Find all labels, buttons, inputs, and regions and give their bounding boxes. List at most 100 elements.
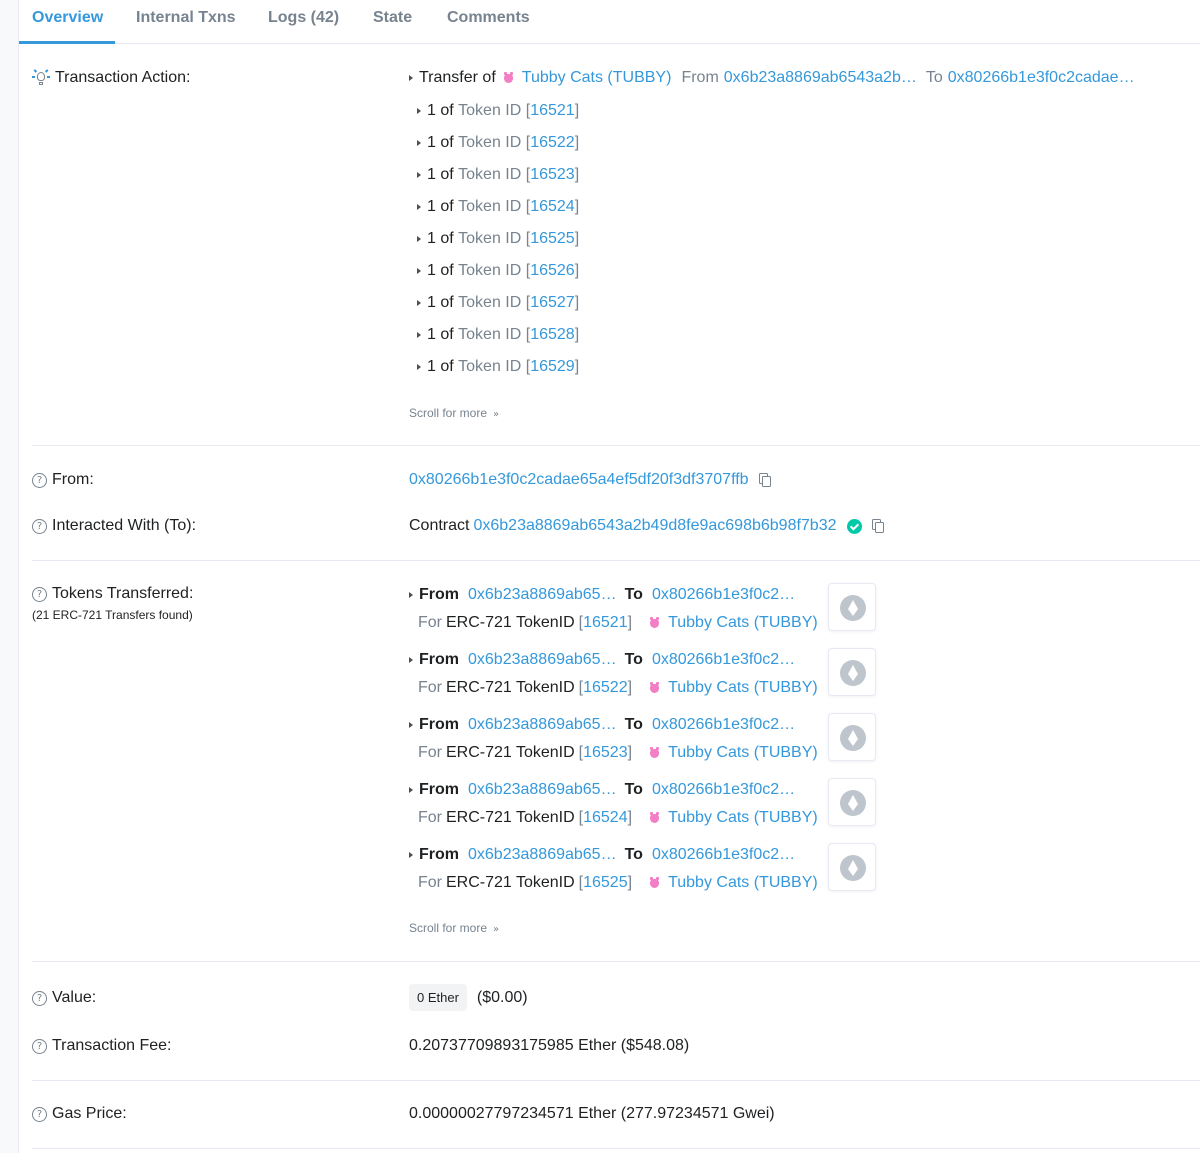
caret-right-icon[interactable]	[417, 204, 421, 210]
active-tab-indicator	[19, 41, 115, 44]
token-id-link[interactable]: 16529	[530, 358, 575, 376]
token-of: of	[440, 102, 454, 119]
transfer-token-name-link[interactable]: Tubby Cats (TUBBY)	[668, 744, 818, 762]
token-id-link[interactable]: 16528	[530, 326, 575, 344]
token-of: of	[440, 166, 454, 183]
help-icon[interactable]: ?	[32, 472, 47, 488]
token-id-link[interactable]: 16521	[530, 102, 575, 120]
transfer-token-row: For ERC-721 TokenID[16524] Tubby Cats (TUB…	[418, 809, 818, 827]
token-thumbnail[interactable]	[828, 843, 876, 891]
transfer-from-word: From	[419, 716, 459, 733]
help-icon[interactable]: ?	[32, 518, 47, 534]
token-name-link[interactable]: Tubby Cats (TUBBY)	[522, 69, 672, 87]
transfer-row: From 0x6b23a8869ab65… To 0x80266b1e3f0c2…	[409, 846, 795, 864]
transfer-from-address-link[interactable]: 0x6b23a8869ab65…	[468, 781, 617, 799]
value-label: ? Value:	[32, 989, 96, 1007]
caret-right-icon[interactable]	[409, 722, 413, 728]
from-address-link[interactable]: 0x80266b1e3f0c2cadae65a4ef5df20f3df3707f…	[409, 471, 749, 489]
caret-right-icon[interactable]	[417, 108, 421, 114]
transfer-from-address-link[interactable]: 0x6b23a8869ab65…	[468, 651, 617, 669]
transfer-token-row: For ERC-721 TokenID[16521] Tubby Cats (TUB…	[418, 614, 818, 632]
copy-icon[interactable]	[758, 473, 771, 487]
caret-right-icon[interactable]	[417, 140, 421, 146]
token-thumbnail[interactable]	[828, 778, 876, 826]
token-id-link[interactable]: 16526	[530, 262, 575, 280]
help-icon[interactable]: ?	[32, 1106, 47, 1122]
transfer-type: ERC-721 TokenID	[446, 744, 575, 761]
caret-right-icon[interactable]	[409, 852, 413, 858]
transfer-token-id-link[interactable]: 16521	[583, 614, 628, 632]
gas-price-label: ? Gas Price:	[32, 1105, 127, 1123]
contract-address-link[interactable]: 0x6b23a8869ab6543a2b49d8fe9ac698b6b98f7b…	[473, 517, 836, 535]
transfer-summary-row: Transfer of Tubby Cats (TUBBY) From 0x6b…	[409, 69, 1135, 87]
transfer-token-name-link[interactable]: Tubby Cats (TUBBY)	[668, 614, 818, 632]
transfer-of-text: Transfer of	[419, 69, 496, 86]
caret-right-icon[interactable]	[409, 75, 413, 81]
transfer-to-address-link[interactable]: 0x80266b1e3f0c2…	[652, 716, 795, 734]
token-qty: 1	[427, 166, 436, 183]
action-scroll-more[interactable]: Scroll for more »	[409, 406, 499, 420]
help-icon[interactable]: ?	[32, 1038, 47, 1054]
usd-value: ($0.00)	[476, 988, 528, 1006]
transfer-from-address-link[interactable]: 0x6b23a8869ab65…	[468, 586, 617, 604]
tubby-cats-icon	[650, 811, 660, 823]
tubby-cats-icon	[650, 876, 660, 888]
transfer-token-name-link[interactable]: Tubby Cats (TUBBY)	[668, 809, 818, 827]
caret-right-icon[interactable]	[417, 172, 421, 178]
caret-right-icon[interactable]	[409, 787, 413, 793]
transfers-scroll-more[interactable]: Scroll for more »	[409, 921, 499, 935]
transfer-token-name-link[interactable]: Tubby Cats (TUBBY)	[668, 679, 818, 697]
tab-state[interactable]: State	[373, 0, 412, 44]
caret-right-icon[interactable]	[417, 300, 421, 306]
token-id-link[interactable]: 16522	[530, 134, 575, 152]
transfer-token-id-link[interactable]: 16524	[583, 809, 628, 827]
token-item-row: 1 of Token ID [16523]	[417, 166, 579, 184]
help-icon[interactable]: ?	[32, 586, 47, 602]
caret-right-icon[interactable]	[417, 236, 421, 242]
interacted-with-label-text: Interacted With (To):	[52, 517, 197, 534]
token-id-link[interactable]: 16527	[530, 294, 575, 312]
action-to-address-link[interactable]: 0x80266b1e3f0c2cadae…	[948, 69, 1135, 87]
tab-logs[interactable]: Logs (42)	[268, 0, 339, 44]
caret-right-icon[interactable]	[409, 657, 413, 663]
action-from-address-link[interactable]: 0x6b23a8869ab6543a2b…	[724, 69, 917, 87]
caret-right-icon[interactable]	[417, 268, 421, 274]
transfer-to-word: To	[624, 846, 643, 863]
token-thumbnail[interactable]	[828, 648, 876, 696]
transfer-token-id-link[interactable]: 16522	[583, 679, 628, 697]
copy-icon[interactable]	[871, 519, 884, 533]
token-thumbnail[interactable]	[828, 583, 876, 631]
tab-overview[interactable]: Overview	[32, 0, 103, 44]
gas-price-value: 0.00000027797234571 Ether (277.97234571 …	[409, 1105, 775, 1122]
token-id-link[interactable]: 16523	[530, 166, 575, 184]
help-icon[interactable]: ?	[32, 990, 47, 1006]
transfer-to-address-link[interactable]: 0x80266b1e3f0c2…	[652, 846, 795, 864]
scroll-more-text: Scroll for more	[409, 921, 488, 935]
transfer-to-address-link[interactable]: 0x80266b1e3f0c2…	[652, 586, 795, 604]
transfer-from-address-link[interactable]: 0x6b23a8869ab65…	[468, 716, 617, 734]
transfer-to-word: To	[624, 586, 643, 603]
divider	[32, 1148, 1200, 1149]
caret-right-icon[interactable]	[417, 332, 421, 338]
transfer-to-address-link[interactable]: 0x80266b1e3f0c2…	[652, 651, 795, 669]
token-item-row: 1 of Token ID [16524]	[417, 198, 579, 216]
caret-right-icon[interactable]	[409, 592, 413, 598]
token-thumbnail[interactable]	[828, 713, 876, 761]
tab-internal-txns[interactable]: Internal Txns	[136, 0, 236, 44]
ethereum-icon	[840, 725, 866, 751]
tab-comments[interactable]: Comments	[447, 0, 530, 44]
interacted-with-label: ? Interacted With (To):	[32, 517, 196, 535]
divider	[32, 1080, 1200, 1081]
caret-right-icon[interactable]	[417, 364, 421, 370]
transfer-to-address-link[interactable]: 0x80266b1e3f0c2…	[652, 781, 795, 799]
token-id-label: Token ID	[458, 262, 522, 279]
transfer-token-name-link[interactable]: Tubby Cats (TUBBY)	[668, 874, 818, 892]
token-of: of	[440, 134, 454, 151]
transfer-token-id-link[interactable]: 16523	[583, 744, 628, 762]
transfer-from-address-link[interactable]: 0x6b23a8869ab65…	[468, 846, 617, 864]
transfer-token-id-link[interactable]: 16525	[583, 874, 628, 892]
token-id-link[interactable]: 16524	[530, 198, 575, 216]
transaction-fee-label: ? Transaction Fee:	[32, 1037, 171, 1055]
token-qty: 1	[427, 294, 436, 311]
token-id-link[interactable]: 16525	[530, 230, 575, 248]
